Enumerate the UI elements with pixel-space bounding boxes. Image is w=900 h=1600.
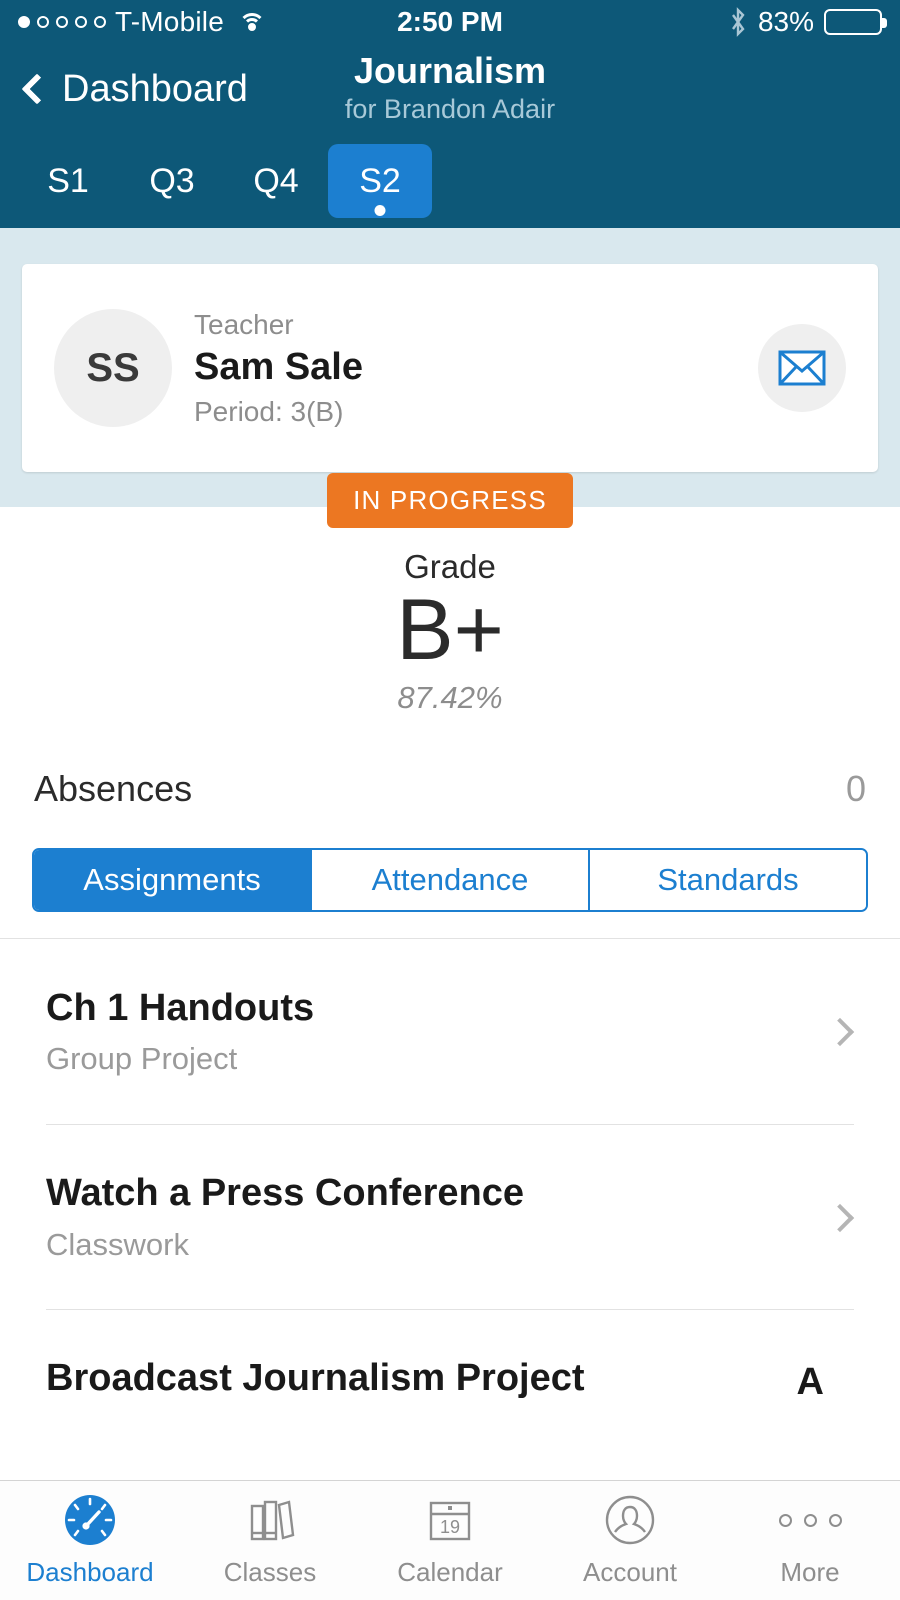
tab-attendance[interactable]: Attendance [312, 849, 590, 910]
teacher-info: Teacher Sam Sale Period: 3(B) [194, 306, 758, 431]
tab-classes[interactable]: Classes [180, 1493, 360, 1588]
tab-label: Standards [657, 861, 799, 897]
term-tab-label: S2 [359, 161, 401, 200]
term-tab-q3[interactable]: Q3 [120, 144, 224, 218]
tab-dashboard[interactable]: Dashboard [0, 1493, 180, 1588]
bluetooth-icon [731, 7, 745, 37]
wifi-icon [238, 12, 266, 33]
carrier-label: T-Mobile [115, 6, 224, 37]
term-tab-q4[interactable]: Q4 [224, 144, 328, 218]
avatar: SS [54, 309, 172, 427]
battery-percent-label: 83% [757, 6, 814, 37]
assignment-title: Broadcast Journalism Project [46, 1357, 585, 1400]
assignment-text: Broadcast Journalism Project [46, 1355, 797, 1409]
battery-icon [824, 9, 887, 35]
teacher-card[interactable]: SS Teacher Sam Sale Period: 3(B) [22, 264, 878, 472]
signal-strength-icon [18, 16, 106, 28]
navigation-bar: Dashboard Journalism for Brandon Adair [0, 44, 900, 134]
term-selector: S1 Q3 Q4 S2 [0, 134, 900, 228]
teacher-name: Sam Sale [194, 346, 363, 389]
books-icon [243, 1493, 297, 1547]
chevron-right-icon [825, 1203, 855, 1232]
email-teacher-button[interactable] [758, 324, 846, 412]
status-bar-right: 83% [728, 6, 887, 38]
teacher-period: Period: 3(B) [194, 395, 344, 427]
assignment-title: Ch 1 Handouts [46, 986, 315, 1029]
table-row[interactable]: Watch a Press Conference Classwork [0, 1124, 900, 1309]
absences-row: Absences 0 [0, 716, 900, 810]
bottom-tab-bar: Dashboard Classes 19 Calendar Account Mo… [0, 1480, 900, 1600]
tab-label: Assignments [83, 861, 261, 897]
absences-value: 0 [845, 767, 866, 809]
assignments-list: Ch 1 Handouts Group Project Watch a Pres… [0, 937, 900, 1453]
table-row[interactable]: Broadcast Journalism Project A [0, 1309, 900, 1453]
ellipsis-icon [778, 1493, 842, 1547]
absences-label: Absences [34, 767, 193, 809]
term-tab-label: S1 [47, 161, 89, 200]
grade-letter: B+ [396, 582, 504, 678]
term-tab-s2[interactable]: S2 [328, 144, 432, 218]
svg-text:19: 19 [440, 1517, 460, 1537]
assignment-title: Watch a Press Conference [46, 1172, 524, 1215]
chevron-right-icon [825, 1018, 855, 1047]
term-tab-label: Q4 [253, 161, 299, 200]
assignment-category: Group Project [46, 1041, 238, 1077]
tab-more[interactable]: More [720, 1493, 900, 1588]
status-bar-left: T-Mobile [18, 6, 266, 38]
tab-assignments[interactable]: Assignments [34, 849, 312, 910]
grade-label: Grade [404, 548, 496, 585]
assignment-category: Classwork [46, 1226, 189, 1262]
tab-label: Classes [223, 1557, 317, 1587]
chevron-left-icon [21, 73, 53, 105]
envelope-icon [778, 350, 826, 386]
term-tab-s1[interactable]: S1 [16, 144, 120, 218]
back-button-label: Dashboard [62, 67, 248, 110]
app-screen: T-Mobile 2:50 PM 83% Dashboard Journalis… [0, 0, 900, 1600]
tab-standards[interactable]: Standards [590, 849, 866, 910]
back-button[interactable]: Dashboard [0, 68, 248, 111]
term-tab-label: Q3 [149, 161, 195, 200]
content-segmented-control: Assignments Attendance Standards [32, 847, 868, 912]
avatar-initials: SS [86, 345, 140, 390]
calendar-icon: 19 [423, 1493, 477, 1547]
assignment-text: Ch 1 Handouts Group Project [46, 985, 830, 1080]
speedometer-icon [63, 1493, 117, 1547]
status-bar: T-Mobile 2:50 PM 83% [0, 0, 900, 44]
tab-label: More [780, 1557, 840, 1587]
teacher-card-band: SS Teacher Sam Sale Period: 3(B) [0, 228, 900, 507]
table-row[interactable]: Ch 1 Handouts Group Project [0, 939, 900, 1124]
person-circle-icon [603, 1493, 657, 1547]
tab-account[interactable]: Account [540, 1493, 720, 1588]
tab-label: Dashboard [26, 1557, 154, 1587]
tab-label: Calendar [397, 1557, 503, 1587]
assignment-text: Watch a Press Conference Classwork [46, 1170, 830, 1265]
tab-label: Account [583, 1557, 677, 1587]
teacher-role-label: Teacher [194, 308, 294, 340]
tab-label: Attendance [371, 861, 529, 897]
grade-percent: 87.42% [397, 679, 503, 715]
assignment-grade: A [796, 1360, 824, 1403]
status-badge: IN PROGRESS [327, 473, 573, 528]
grade-section: IN PROGRESS Grade B+ 87.42% [0, 473, 900, 716]
tab-calendar[interactable]: 19 Calendar [360, 1493, 540, 1588]
